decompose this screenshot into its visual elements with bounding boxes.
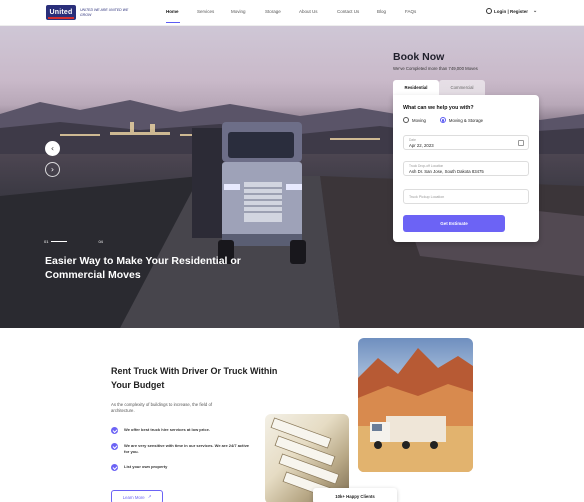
nav-item-blog[interactable]: Blog — [377, 9, 386, 14]
feature-item: We offer best truck hire services at low… — [111, 427, 251, 434]
arrow-up-right-icon: ↗ — [147, 494, 152, 499]
desert-truck-illustration — [358, 348, 473, 472]
nav-item-about-us[interactable]: About Us — [299, 9, 318, 14]
option-moving-label: Moving — [412, 117, 426, 123]
semi-truck-image — [192, 122, 306, 264]
get-estimate-button[interactable]: Get Estimate — [403, 215, 505, 232]
feature-text: We offer best truck hire services at low… — [124, 427, 210, 432]
radio-moving[interactable] — [403, 117, 409, 123]
tab-residential[interactable]: Residential — [393, 80, 439, 95]
login-register-link[interactable]: Login | Register ⌄ — [486, 8, 537, 14]
feature-item: List your own property — [111, 464, 251, 471]
site-header: United UNITED WE ARE UNITED WE GROW Home… — [0, 0, 584, 26]
chevron-down-icon: ⌄ — [533, 8, 538, 14]
brand-logo-text: United — [49, 9, 73, 16]
feature-text: We are very sensitive with time in our s… — [124, 443, 250, 454]
calendar-icon[interactable] — [518, 140, 524, 146]
login-label: Login | Register — [494, 8, 529, 14]
booking-form: What can we help you with? Moving Moving… — [393, 95, 539, 242]
nav-item-moving[interactable]: Moving — [231, 9, 246, 14]
slider-next-button[interactable]: › — [45, 162, 60, 177]
slide-counter: 01 04 — [44, 239, 103, 244]
chevron-left-icon: ‹ — [50, 144, 55, 153]
learn-more-button[interactable]: Learn More ↗ — [111, 490, 163, 502]
tab-commercial[interactable]: Commercial — [439, 80, 485, 95]
dropoff-location-field[interactable]: Truck Drop-off Location Ash Dr. San Jose… — [403, 161, 529, 176]
option-moving[interactable]: Moving — [403, 117, 426, 123]
nav-item-contact-us[interactable]: Contact Us — [337, 9, 359, 14]
nav-item-storage[interactable]: Storage — [265, 9, 281, 14]
nav-active-indicator — [166, 22, 180, 23]
slider-prev-button[interactable]: ‹ — [45, 141, 60, 156]
book-now-subtitle: We've Completed more than 749,000 Moves — [393, 66, 478, 71]
chevron-right-icon: › — [50, 165, 55, 174]
brand-logo[interactable]: United — [46, 5, 76, 20]
dropoff-label: Truck Drop-off Location — [409, 163, 444, 168]
option-moving-storage[interactable]: Moving & Storage — [439, 117, 484, 123]
book-now-title: Book Now — [393, 51, 445, 63]
check-icon — [111, 427, 118, 434]
check-icon — [111, 443, 118, 450]
slide-total: 04 — [98, 239, 103, 244]
rent-section-title: Rent Truck With Driver Or Truck Within Y… — [111, 366, 278, 390]
booking-tabs: Residential Commercial — [393, 80, 485, 95]
booking-question: What can we help you with? — [403, 105, 474, 111]
user-icon — [486, 8, 492, 14]
slide-current: 01 — [44, 239, 49, 244]
date-field[interactable]: Date Apr 22, 2023 — [403, 135, 529, 150]
dropoff-value: Ash Dr. San Jose, South Dakota 83475 — [409, 169, 484, 174]
nav-item-faqs[interactable]: FAQs — [405, 9, 416, 14]
brand-tagline: UNITED WE ARE UNITED WE GROW — [80, 8, 129, 17]
nav-item-services[interactable]: Services — [197, 9, 214, 14]
date-label: Date — [409, 137, 416, 142]
happy-clients-badge: 10k+ Happy Clients — [313, 488, 397, 502]
slide-progress-line — [51, 241, 68, 242]
pickup-location-field[interactable]: Truck Pickup Location — [403, 189, 529, 204]
pickup-placeholder: Truck Pickup Location — [409, 195, 445, 199]
logo-stripe — [48, 17, 74, 19]
learn-more-label: Learn More — [122, 494, 145, 500]
date-value: Apr 22, 2023 — [409, 143, 434, 148]
rent-section-description: As the complexity of buildings to increa… — [111, 402, 213, 413]
service-type-radios: Moving Moving & Storage — [403, 117, 497, 123]
nav-item-home[interactable]: Home — [166, 9, 179, 14]
option-moving-storage-label: Moving & Storage — [448, 117, 484, 123]
feature-text: List your own property — [124, 464, 168, 469]
feature-item: We are very sensitive with time in our s… — [111, 443, 251, 454]
radio-moving-storage[interactable] — [439, 117, 446, 123]
check-icon — [111, 464, 118, 471]
desert-truck-image — [358, 338, 473, 472]
hero-title: Easier Way to Make Your Residential or C… — [45, 255, 241, 281]
